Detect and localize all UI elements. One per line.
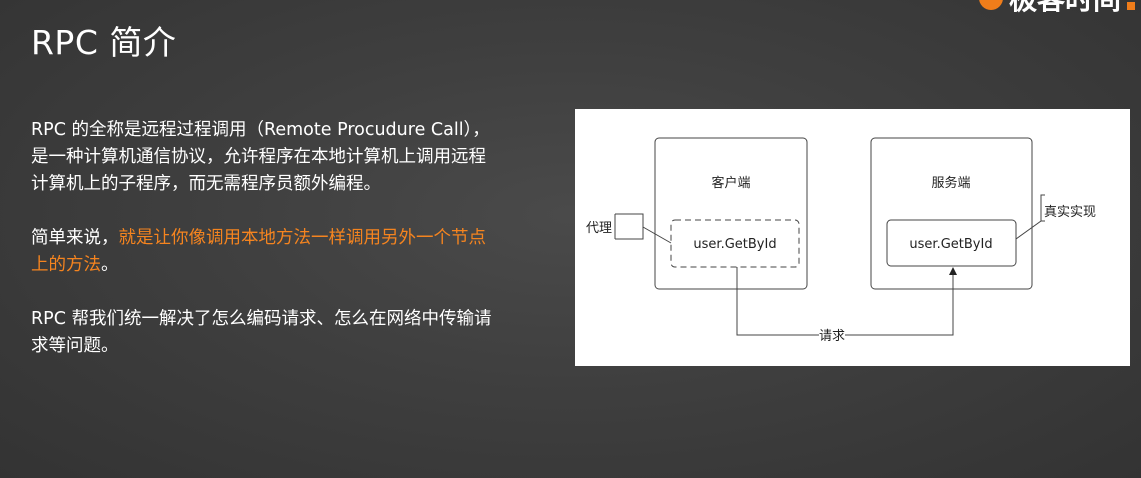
paragraph-definition: RPC 的全称是远程过程调用（Remote Procudure Call），是一… bbox=[31, 120, 490, 194]
proxy-callout-line bbox=[614, 213, 672, 244]
request-connector bbox=[736, 267, 953, 336]
request-label: 请求 bbox=[819, 329, 845, 344]
summary-suffix: 。 bbox=[101, 255, 119, 275]
impl-callout-line bbox=[1015, 194, 1045, 240]
paragraph-benefit: RPC 帮我们统一解决了怎么编码请求、怎么在网络中传输请求等问题。 bbox=[31, 309, 492, 356]
slide-title: RPC 简介 bbox=[31, 23, 177, 62]
logo-badge-icon bbox=[1127, 2, 1135, 10]
logo-mark-icon bbox=[978, 0, 1003, 10]
server-method-label: user.GetById bbox=[909, 237, 992, 252]
client-method-label: user.GetById bbox=[693, 237, 776, 252]
server-label: 服务端 bbox=[931, 175, 970, 191]
rpc-diagram: 客户端 user.GetById 服务端 user.GetById 代理 真实实… bbox=[575, 109, 1130, 366]
slide-body: RPC 的全称是远程过程调用（Remote Procudure Call），是一… bbox=[31, 117, 501, 387]
client-box bbox=[654, 137, 808, 290]
proxy-label: 代理 bbox=[586, 221, 612, 236]
rpc-diagram-svg: 客户端 user.GetById 服务端 user.GetById 代理 真实实… bbox=[586, 137, 1096, 344]
paragraph-summary: 简单来说，就是让你像调用本地方法一样调用另外一个节点上的方法。 bbox=[31, 225, 501, 279]
summary-prefix: 简单来说， bbox=[31, 228, 119, 248]
logo-text: 极客时间 bbox=[1009, 0, 1121, 14]
brand-logo: 极客时间 bbox=[978, 0, 1135, 16]
impl-label: 真实实现 bbox=[1044, 205, 1096, 220]
client-label: 客户端 bbox=[711, 175, 750, 191]
